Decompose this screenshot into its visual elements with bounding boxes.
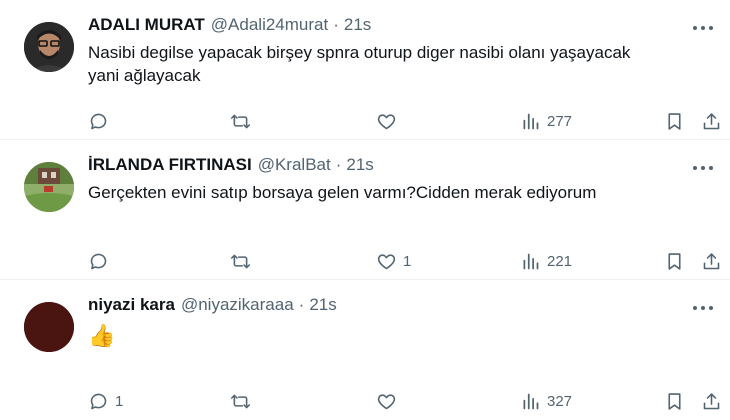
tweet[interactable]: İRLANDA FIRTINASI @KralBat · 21s Gerçekt… [0, 140, 730, 280]
retweet-button[interactable] [230, 388, 257, 414]
tweet-header: ADALI MURAT @Adali24murat · 21s [88, 14, 714, 36]
reply-icon [90, 393, 107, 409]
timestamp[interactable]: 21s [346, 155, 373, 175]
bookmark-button[interactable] [664, 108, 685, 134]
reply-button[interactable] [88, 248, 115, 274]
share-button[interactable] [701, 388, 722, 414]
user-handle[interactable]: @Adali24murat [211, 15, 328, 35]
views-icon [523, 253, 539, 269]
more-icon[interactable] [690, 298, 716, 318]
tweet-text-line: yani ağlayacak [88, 66, 201, 85]
views-button[interactable]: 327 [520, 388, 572, 414]
bookmark-icon [668, 252, 681, 270]
view-count: 327 [547, 392, 573, 410]
timestamp[interactable]: 21s [309, 295, 336, 315]
tweet-header: niyazi kara @niyazikaraaa · 21s [88, 294, 714, 316]
views-icon [523, 393, 539, 409]
avatar-image [24, 22, 74, 72]
tweet[interactable]: ADALI MURAT @Adali24murat · 21s Nasibi d… [0, 0, 730, 140]
heart-icon [377, 113, 396, 129]
share-icon [703, 112, 720, 129]
tweet-text: Nasibi degilse yapacak birşey spnra otur… [88, 41, 708, 87]
heart-icon [377, 253, 396, 269]
share-icon [703, 252, 720, 269]
retweet-icon [230, 114, 251, 128]
view-count: 277 [547, 112, 573, 130]
separator-dot: · [298, 295, 305, 314]
tweet-text-line: Gerçekten evini satıp borsaya gelen varm… [88, 183, 597, 202]
like-count: 1 [403, 252, 412, 270]
retweet-button[interactable] [230, 248, 257, 274]
tweet-actions: 277 [88, 108, 720, 134]
avatar-image [24, 302, 74, 352]
views-icon [523, 113, 539, 129]
tweet-header: İRLANDA FIRTINASI @KralBat · 21s [88, 154, 714, 176]
bookmark-button[interactable] [664, 248, 685, 274]
tweet-text: Gerçekten evini satıp borsaya gelen varm… [88, 181, 708, 204]
bookmark-icon [668, 112, 681, 130]
like-button[interactable] [376, 108, 403, 134]
more-icon[interactable] [690, 18, 716, 38]
reply-button[interactable] [88, 108, 115, 134]
view-count: 221 [547, 252, 573, 270]
tweet-text-line: Nasibi degilse yapacak birşey spnra otur… [88, 43, 631, 62]
tweet-actions: 1 327 [88, 388, 720, 414]
views-button[interactable]: 221 [520, 248, 572, 274]
reply-button[interactable]: 1 [88, 388, 123, 414]
retweet-icon [230, 254, 251, 268]
reply-icon [90, 253, 107, 269]
tweet[interactable]: niyazi kara @niyazikaraaa · 21s 👍 1 327 [0, 280, 730, 420]
user-handle[interactable]: @KralBat [258, 155, 331, 175]
reply-count: 1 [115, 392, 124, 410]
share-button[interactable] [701, 108, 722, 134]
separator-dot: · [335, 155, 342, 174]
share-icon [703, 392, 720, 409]
thumbs-up-emoji: 👍 [88, 323, 116, 348]
retweet-icon [230, 394, 251, 408]
bookmark-button[interactable] [664, 388, 685, 414]
reply-icon [90, 113, 107, 129]
display-name[interactable]: İRLANDA FIRTINASI [88, 155, 252, 175]
share-button[interactable] [701, 248, 722, 274]
avatar-image [24, 162, 74, 212]
tweet-text: 👍 [88, 322, 708, 350]
display-name[interactable]: ADALI MURAT [88, 15, 205, 35]
avatar[interactable] [24, 162, 74, 212]
separator-dot: · [333, 15, 339, 34]
user-handle[interactable]: @niyazikaraaa [181, 295, 294, 315]
like-button[interactable] [376, 388, 403, 414]
avatar[interactable] [24, 22, 74, 72]
avatar[interactable] [24, 302, 74, 352]
heart-icon [377, 393, 396, 409]
tweet-actions: 1 221 [88, 248, 720, 274]
retweet-button[interactable] [230, 108, 257, 134]
bookmark-icon [668, 392, 681, 410]
more-icon[interactable] [690, 158, 716, 178]
views-button[interactable]: 277 [520, 108, 572, 134]
display-name[interactable]: niyazi kara [88, 295, 175, 315]
timestamp[interactable]: 21s [344, 15, 371, 35]
like-button[interactable]: 1 [376, 248, 411, 274]
